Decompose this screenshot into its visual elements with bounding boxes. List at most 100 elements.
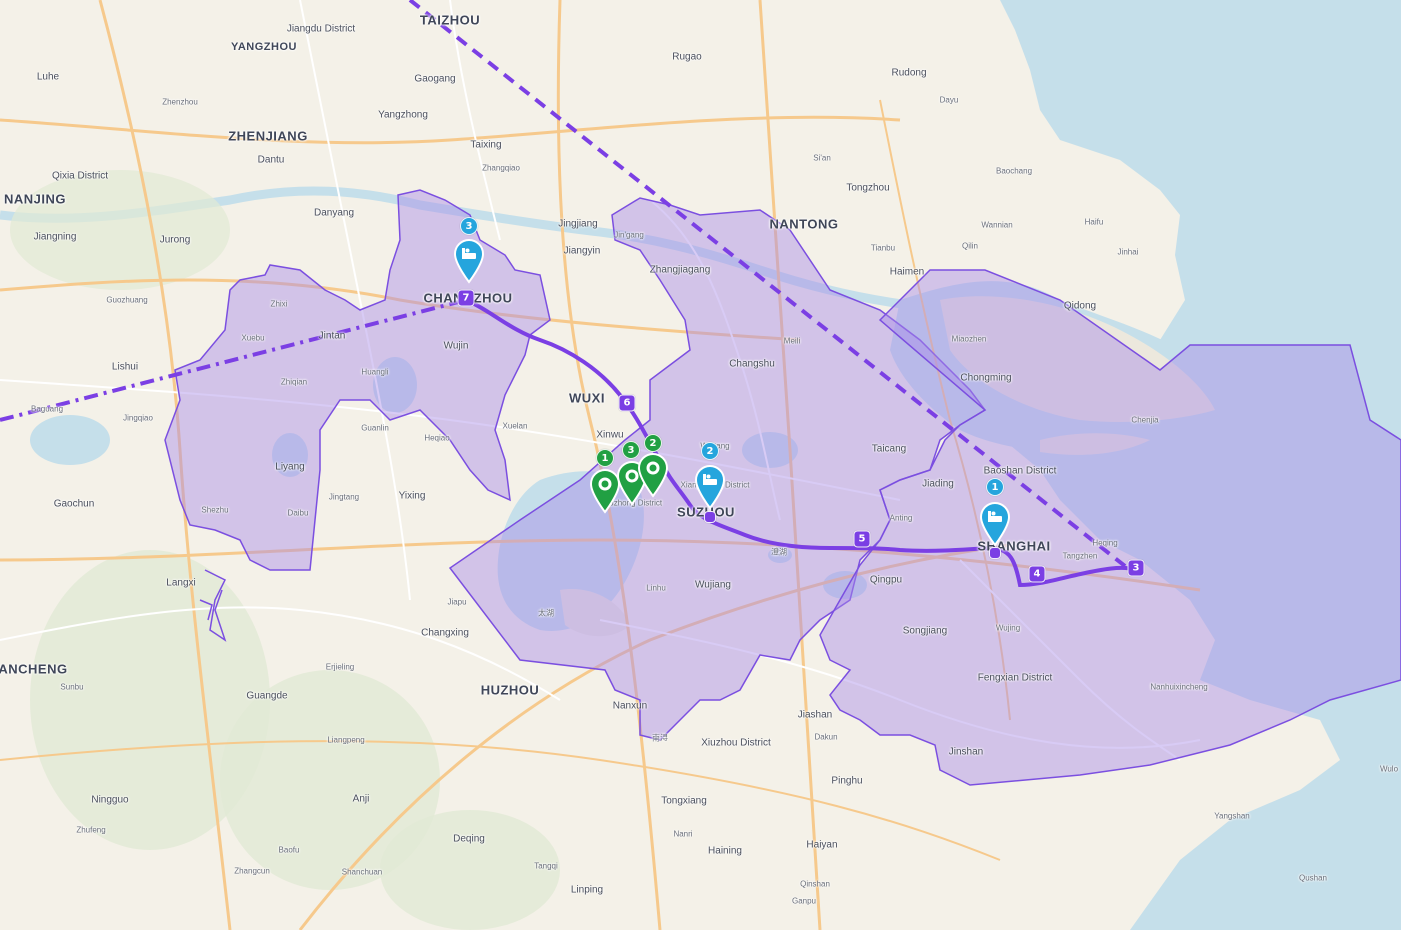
place-label: NANTONG [769,216,839,232]
place-label: Anji [352,793,370,805]
place-label: 澄湖 [771,547,787,557]
route-stop-marker[interactable]: 5 [853,530,871,548]
place-label: Yangshan [1214,811,1250,821]
lodging-count-badge[interactable]: 3 [460,217,478,235]
route-stop-marker[interactable]: 6 [618,394,636,412]
route-stop-marker[interactable]: 4 [1028,565,1046,583]
lodging-count-badge[interactable]: 2 [701,442,719,460]
place-label: Qingpu [869,574,903,586]
place-label: Danyang [313,207,355,219]
place-label: Jinhai [1117,247,1139,257]
place-label: Qixia District [51,170,109,182]
place-label: Erjieling [325,662,355,672]
place-label: Wujing [995,623,1021,633]
place-label: Qushan [1298,873,1328,883]
place-label: Chongming [960,372,1012,384]
lodging-count-badge[interactable]: 1 [986,478,1004,496]
place-label: Jingjiang [558,218,598,230]
place-label: Nanri [673,829,693,839]
place-label: Guozhuang [106,295,148,305]
place-label: Changshu [729,358,775,370]
place-label: Zhiqian [280,377,308,387]
poi-count-badge[interactable]: 2 [644,434,662,452]
place-label: Lishui [111,361,139,373]
place-label: Tongxiang [661,795,707,807]
map-pin-icon [979,502,1011,547]
place-label: NANJING [3,191,67,207]
route-stop-marker[interactable]: 3 [1127,559,1145,577]
place-label: Anting [889,513,913,523]
place-label: 太湖 [538,608,554,618]
place-label: Ningguo [91,794,129,806]
place-label: Heqiao [424,433,450,443]
place-label: Haining [708,845,742,857]
place-label: Taixing [470,139,502,151]
place-label: Zhufeng [76,825,106,835]
place-label: Xuebu [241,333,265,343]
place-label: Deqing [453,833,485,845]
place-label: Linhu [646,583,666,593]
place-label: Dakun [814,732,838,742]
place-label: Xinwu [596,429,624,441]
place-label: Rugao [672,51,702,63]
place-label: Changxing [421,627,469,639]
place-label: ANCHENG [0,661,68,677]
place-label: Pinghu [831,775,863,787]
place-label: Miaozhen [951,334,987,344]
place-label: Dayu [939,95,959,105]
place-label: Jiashan [797,709,833,721]
place-label: Sunbu [60,682,84,692]
place-label: Zhixi [270,299,288,309]
place-label: Heqing [1092,538,1118,548]
place-label: ZHENJIANG [228,128,308,144]
route-waypoint-dot [704,511,716,523]
map-pin-icon [694,465,726,510]
place-label: Jiangyin [563,245,601,257]
place-label: Wujiang [695,579,731,591]
place-label: Zhangqiao [482,163,520,173]
place-label: Tongzhou [846,182,890,194]
map-view[interactable]: TAIZHOU Jiangdu District YANGZHOU Luhe Gaoga… [0,0,1401,930]
place-label: Jingqiao [123,413,153,423]
place-label: YANGZHOU [231,41,297,53]
place-label: Xuelan [502,421,528,431]
hills-nanjing [10,170,230,290]
place-label: Jin'gang [614,230,644,240]
place-label: Baoshan District [983,465,1057,477]
place-label: Wulo [1379,764,1399,774]
place-label: HUZHOU [480,682,540,698]
place-label: Fengxian District [977,672,1053,684]
place-label: Linping [570,884,604,896]
place-label: Si'an [813,153,831,163]
place-label: Guanlin [361,423,389,433]
map-pin-icon [637,453,669,498]
place-label: Qidong [1063,300,1097,312]
place-label: Qilin [961,241,979,251]
place-label: Nanhuixincheng [1150,682,1208,692]
place-label: Meili [783,336,801,346]
place-label: Rudong [891,67,927,79]
place-label: Liangpeng [327,735,365,745]
place-label: Baofu [278,845,300,855]
place-label: Zhangjiagang [649,264,711,276]
route-waypoint-dot [989,547,1001,559]
place-label: Gaogang [414,73,456,85]
map-pin-icon [453,239,485,284]
place-label: Tangzhen [1062,551,1098,561]
place-label: Yangzhong [378,109,428,121]
place-label: Haifu [1084,217,1104,227]
gucheng-lake [30,415,110,465]
place-label: Langxi [166,577,196,589]
place-label: Shanchuan [341,867,383,877]
place-label: Jinshan [948,746,984,758]
place-label: Taicang [871,443,907,455]
place-label: Haiyan [806,839,838,851]
route-stop-marker[interactable]: 7 [457,289,475,307]
place-label: Songjiang [902,625,948,637]
place-label: Tianbu [870,243,896,253]
place-label: Jiapu [447,597,467,607]
poi-count-badge[interactable]: 1 [596,449,614,467]
place-label: Wannian [981,220,1013,230]
place-label: Zhenzhou [162,97,198,107]
place-label: Baochang [995,166,1033,176]
